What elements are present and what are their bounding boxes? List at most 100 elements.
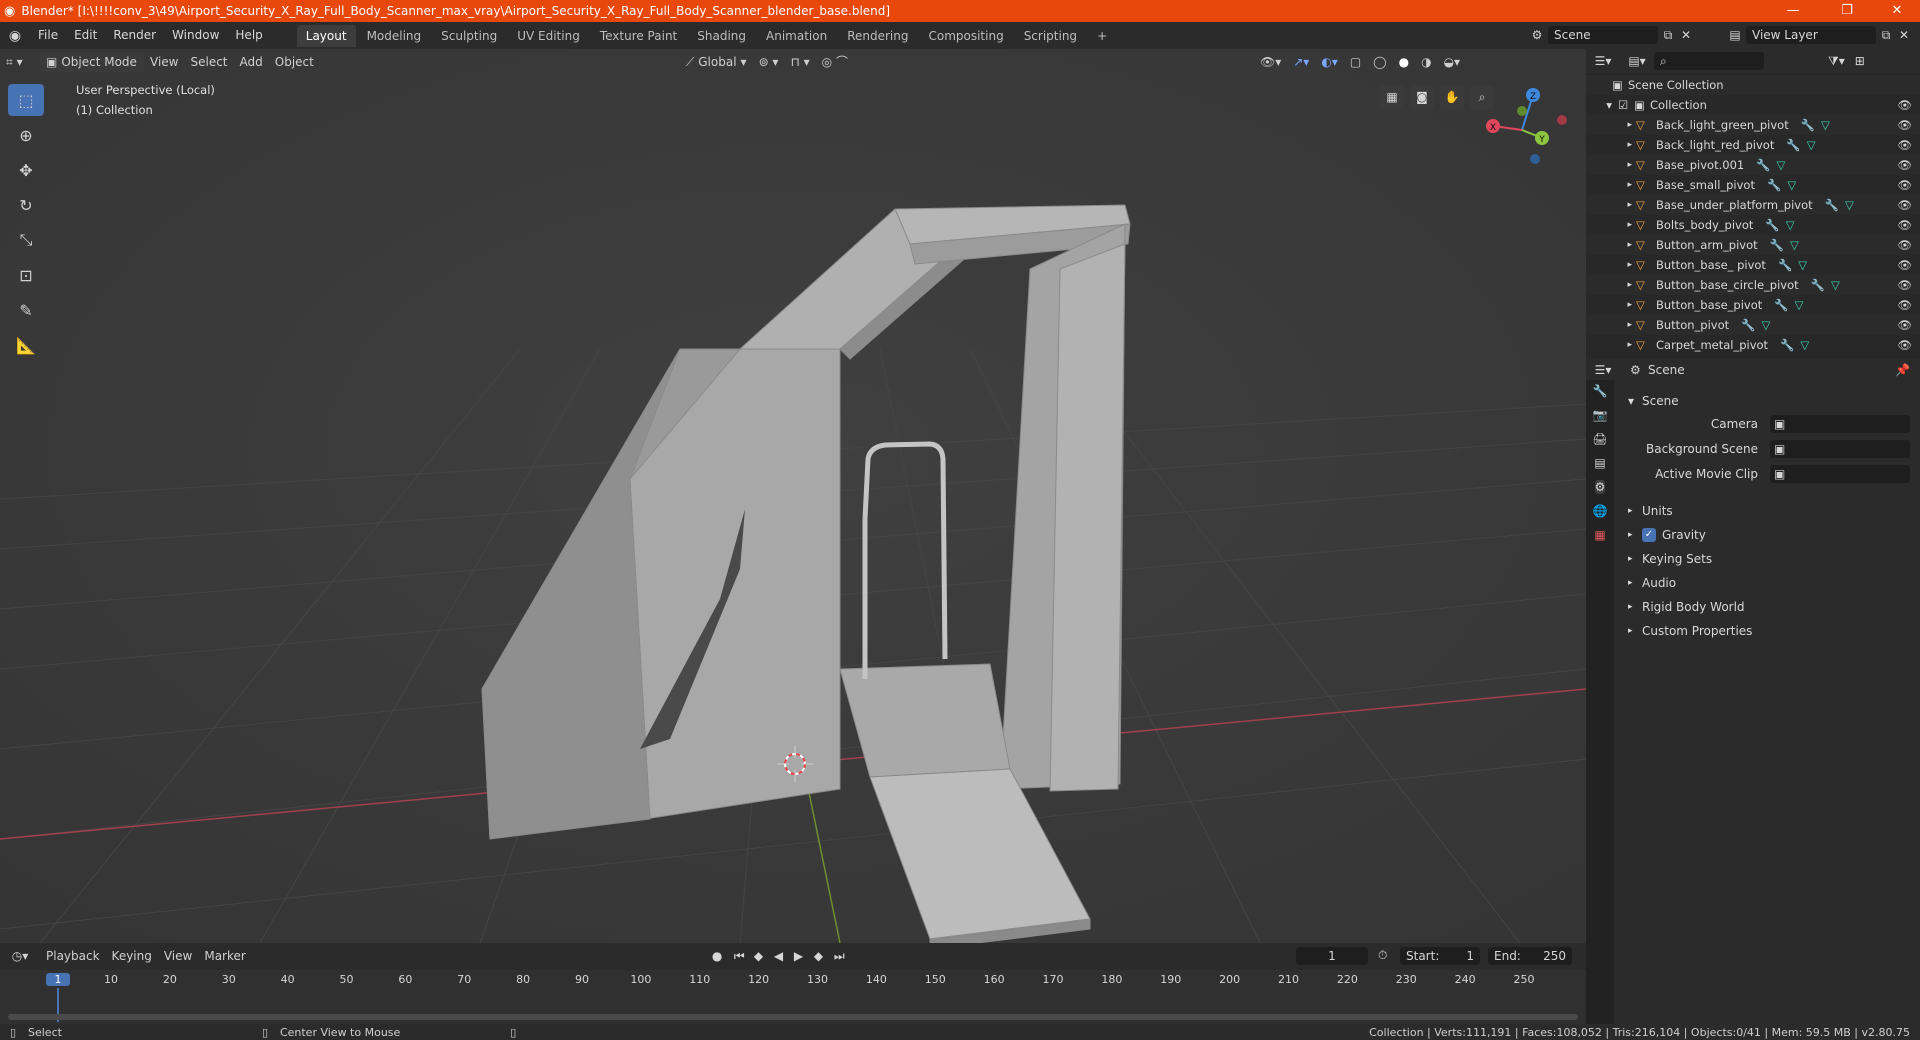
scene-panel-header[interactable]: ▾ Scene: [1628, 390, 1918, 412]
expand-chevron-icon[interactable]: ▸: [1586, 340, 1632, 350]
display-mode-icon[interactable]: ▤▾: [1620, 54, 1654, 68]
menu-select[interactable]: Select: [184, 52, 233, 72]
menu-object[interactable]: Object: [269, 52, 320, 72]
prev-keyframe-icon[interactable]: ◆: [754, 949, 774, 963]
tab-animation[interactable]: Animation: [757, 25, 836, 47]
render-tab-icon[interactable]: 📷: [1593, 408, 1608, 422]
mesh-data-icon[interactable]: ▽: [1800, 338, 1809, 352]
modifier-icon[interactable]: 🔧: [1765, 218, 1779, 232]
xray-icon[interactable]: ▢: [1344, 52, 1367, 72]
3d-viewport[interactable]: User Perspective (Local) (1) Collection …: [0, 49, 1586, 943]
outliner-object-row[interactable]: ▸ ▽ Base_small_pivot 🔧 ▽ 👁: [1586, 175, 1920, 195]
tab-modeling[interactable]: Modeling: [358, 25, 431, 47]
delete-view-layer-icon[interactable]: ✕: [1896, 28, 1912, 42]
mesh-data-icon[interactable]: ▽: [1845, 198, 1854, 212]
tab-compositing[interactable]: Compositing: [919, 25, 1012, 47]
menu-help[interactable]: Help: [227, 22, 270, 49]
mesh-data-icon[interactable]: ▽: [1790, 238, 1799, 252]
mode-selector[interactable]: ▣ Object Mode: [40, 52, 144, 72]
tab-layout[interactable]: Layout: [296, 24, 356, 47]
minimize-button[interactable]: —: [1770, 0, 1816, 22]
view-layer-tab-icon[interactable]: ▤: [1594, 456, 1605, 470]
play-reverse-icon[interactable]: ◀: [774, 949, 794, 963]
outliner-object-row[interactable]: ▸ ▽ Button_base_ pivot 🔧 ▽ 👁: [1586, 255, 1920, 275]
collection-checkbox[interactable]: ☑: [1618, 98, 1634, 112]
panel-header[interactable]: ▸ Audio: [1628, 572, 1918, 594]
panel-checkbox[interactable]: ✓: [1642, 528, 1656, 542]
playhead-frame[interactable]: 1: [46, 973, 70, 986]
world-tab-icon[interactable]: 🌐: [1593, 504, 1608, 518]
visibility-eye-icon[interactable]: 👁: [1897, 258, 1912, 272]
panel-header[interactable]: ▸ Custom Properties: [1628, 620, 1918, 642]
menu-render[interactable]: Render: [105, 22, 164, 49]
delete-scene-icon[interactable]: ✕: [1678, 28, 1694, 42]
tab-sculpting[interactable]: Sculpting: [432, 25, 506, 47]
visibility-eye-icon[interactable]: 👁: [1897, 98, 1912, 112]
expand-chevron-icon[interactable]: ▸: [1586, 280, 1632, 290]
visibility-eye-icon[interactable]: 👁: [1897, 198, 1912, 212]
jump-start-icon[interactable]: ⏮: [734, 949, 754, 964]
expand-chevron-icon[interactable]: ▸: [1586, 120, 1632, 130]
visibility-eye-icon[interactable]: 👁: [1897, 138, 1912, 152]
next-keyframe-icon[interactable]: ◆: [814, 949, 834, 963]
close-button[interactable]: ✕: [1874, 0, 1920, 22]
panel-header[interactable]: ▸ Rigid Body World: [1628, 596, 1918, 618]
visibility-eye-icon[interactable]: 👁: [1897, 238, 1912, 252]
outliner-object-row[interactable]: ▸ ▽ Button_arm_pivot 🔧 ▽ 👁: [1586, 235, 1920, 255]
modifier-icon[interactable]: 🔧: [1774, 298, 1788, 312]
scene-tab-icon[interactable]: ⚙: [1594, 480, 1606, 494]
timeline-editor-icon[interactable]: ◷▾: [0, 949, 40, 963]
outliner-object-row[interactable]: ▸ ▽ Button_pivot 🔧 ▽ 👁: [1586, 315, 1920, 335]
texture-tab-icon[interactable]: ▦: [1594, 528, 1605, 542]
camera-view-icon[interactable]: ◙: [1410, 85, 1434, 109]
transform-orientation-dropdown[interactable]: ⟋ Global ▾: [680, 52, 753, 72]
mesh-data-icon[interactable]: ▽: [1777, 158, 1786, 172]
tool-tab-icon[interactable]: 🔧: [1593, 384, 1608, 398]
expand-chevron-icon[interactable]: ▸: [1586, 220, 1632, 230]
expand-chevron-icon[interactable]: ▸: [1586, 320, 1632, 330]
visibility-eye-icon[interactable]: 👁: [1897, 178, 1912, 192]
new-collection-icon[interactable]: ⊞: [1855, 54, 1865, 68]
overlays-icon[interactable]: ◐▾: [1315, 52, 1344, 72]
visibility-eye-icon[interactable]: 👁: [1897, 158, 1912, 172]
start-frame-field[interactable]: Start: 1: [1400, 947, 1480, 965]
panel-header[interactable]: ▸ Units: [1628, 500, 1918, 522]
tree-item-scene-collection[interactable]: ▣ Scene Collection: [1586, 75, 1920, 95]
modifier-icon[interactable]: 🔧: [1780, 338, 1794, 352]
modifier-icon[interactable]: 🔧: [1801, 118, 1815, 132]
toggle-ortho-icon[interactable]: ▦: [1380, 85, 1404, 109]
end-frame-field[interactable]: End: 250: [1488, 947, 1572, 965]
measure-tool-icon[interactable]: 📐: [8, 329, 44, 361]
outliner-object-row[interactable]: ▸ ▽ Button_base_pivot 🔧 ▽ 👁: [1586, 295, 1920, 315]
menu-timeline-view[interactable]: View: [158, 946, 198, 966]
modifier-icon[interactable]: 🔧: [1767, 178, 1781, 192]
editor-type-icon[interactable]: ⌗ ▾: [0, 52, 40, 72]
visibility-eye-icon[interactable]: 👁: [1897, 298, 1912, 312]
wireframe-shading-icon[interactable]: ◯: [1367, 52, 1392, 72]
pin-icon[interactable]: 📌: [1895, 363, 1910, 377]
visibility-eye-icon[interactable]: 👁: [1897, 218, 1912, 232]
outliner-editor-icon[interactable]: ☰▾: [1586, 54, 1620, 68]
menu-file[interactable]: File: [30, 22, 66, 49]
jump-end-icon[interactable]: ⏭: [834, 949, 854, 964]
current-frame-field[interactable]: 1: [1296, 947, 1368, 965]
menu-playback[interactable]: Playback: [40, 946, 106, 966]
select-box-icon[interactable]: ⬚: [8, 84, 44, 116]
tree-item-collection[interactable]: ▾ ☑ ▣ Collection 👁: [1586, 95, 1920, 115]
new-view-layer-icon[interactable]: ⧉: [1876, 28, 1896, 43]
outliner-object-row[interactable]: ▸ ▽ Base_under_platform_pivot 🔧 ▽ 👁: [1586, 195, 1920, 215]
property-field[interactable]: ▣: [1770, 465, 1910, 483]
mesh-data-icon[interactable]: ▽: [1821, 118, 1830, 132]
new-scene-icon[interactable]: ⧉: [1658, 28, 1678, 43]
tab-scripting[interactable]: Scripting: [1015, 25, 1086, 47]
pan-hand-icon[interactable]: ✋: [1440, 85, 1464, 109]
outliner-object-row[interactable]: ▸ ▽ Carpet_metal_pivot 🔧 ▽ 👁: [1586, 335, 1920, 355]
menu-marker[interactable]: Marker: [198, 946, 251, 966]
stopwatch-icon[interactable]: ⏱: [1378, 948, 1387, 963]
expand-chevron-icon[interactable]: ▸: [1586, 140, 1632, 150]
modifier-icon[interactable]: 🔧: [1811, 278, 1825, 292]
expand-chevron-icon[interactable]: ▸: [1586, 240, 1632, 250]
menu-keying[interactable]: Keying: [106, 946, 158, 966]
visibility-eye-icon[interactable]: 👁: [1897, 278, 1912, 292]
panel-header[interactable]: ▸ Keying Sets: [1628, 548, 1918, 570]
